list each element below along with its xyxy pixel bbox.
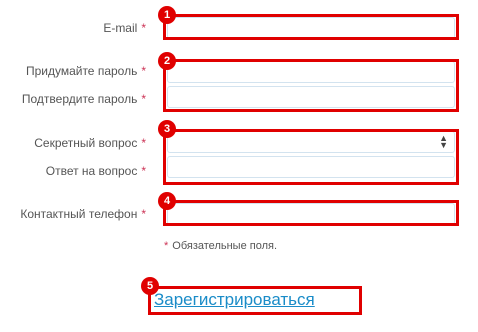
email-label: E-mail * [103, 21, 146, 35]
required-fields-note: * Обязательные поля. [164, 240, 278, 252]
badge-2: 2 [158, 52, 176, 70]
secret-question-label: Секретный вопрос * [34, 136, 146, 150]
answer-label: Ответ на вопрос * [45, 164, 146, 178]
badge-3: 3 [158, 120, 176, 138]
highlight-box-2 [163, 59, 459, 112]
password-label: Придумайте пароль * [25, 64, 146, 78]
highlight-box-3 [163, 129, 459, 185]
highlight-box-1 [163, 14, 459, 40]
badge-5: 5 [141, 277, 159, 295]
highlight-box-5 [148, 286, 362, 315]
highlight-box-4 [163, 200, 459, 226]
phone-label: Контактный телефон * [20, 207, 146, 221]
badge-1: 1 [158, 6, 176, 24]
badge-4: 4 [158, 192, 176, 210]
confirm-password-label: Подтвердите пароль * [21, 92, 146, 106]
